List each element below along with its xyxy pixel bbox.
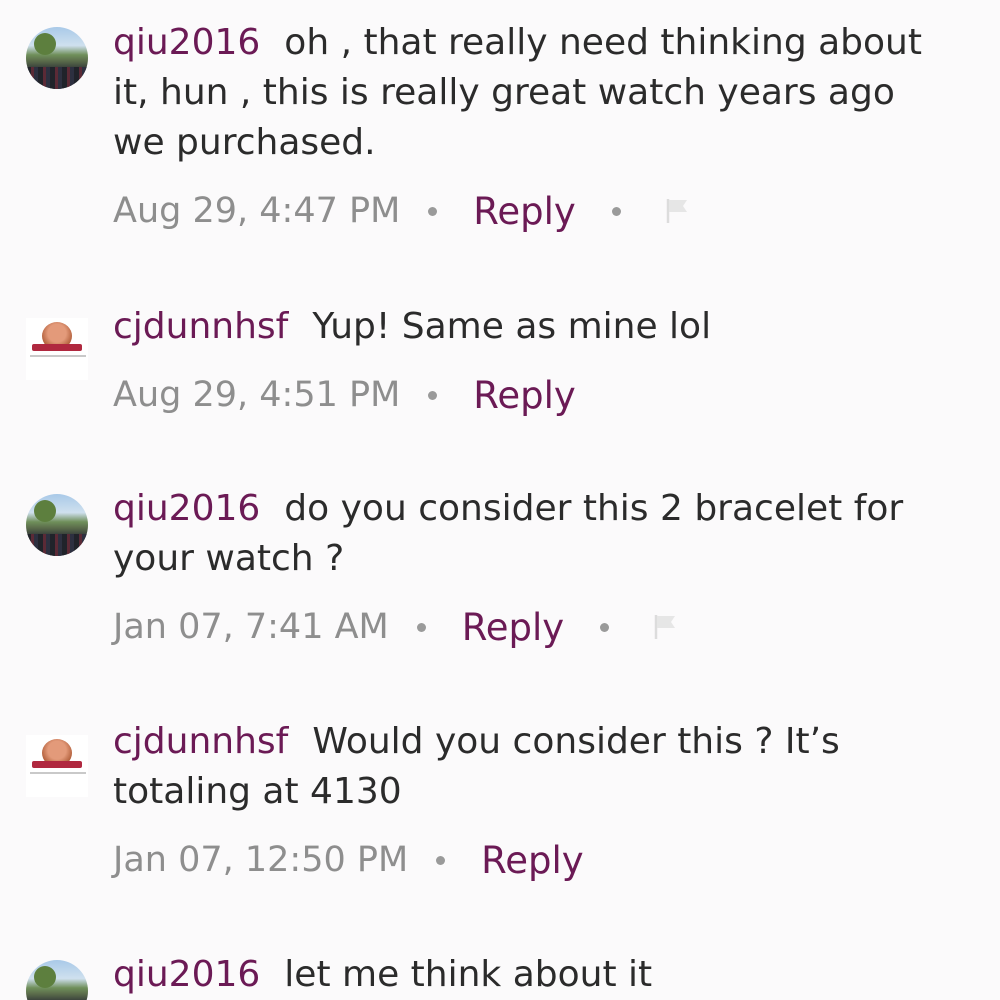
comment-text: cjdunnhsf Would you consider this ? It’s …	[113, 717, 933, 817]
reply-button[interactable]: Reply	[473, 374, 575, 417]
comment-username[interactable]: cjdunnhsf	[113, 721, 288, 762]
comment-text: qiu2016 do you consider this 2 bracelet f…	[113, 484, 933, 584]
avatar-tree	[34, 500, 56, 522]
reply-button[interactable]: Reply	[481, 839, 583, 882]
avatar-ribbon	[32, 761, 82, 768]
avatar-crowd	[26, 534, 88, 556]
comment-username[interactable]: cjdunnhsf	[113, 306, 288, 347]
comment-body: qiu2016 oh , that really need thinking ab…	[113, 18, 933, 236]
bullet-separator	[428, 206, 438, 216]
bullet-separator	[600, 622, 610, 632]
comment-meta: Aug 29, 4:51 PM Reply	[113, 370, 933, 420]
bullet-separator	[611, 206, 621, 216]
avatar[interactable]	[26, 494, 88, 556]
comment-timestamp: Aug 29, 4:47 PM	[113, 191, 401, 231]
avatar-ribbon	[32, 344, 82, 351]
comment-username[interactable]: qiu2016	[113, 22, 260, 63]
comment-body: cjdunnhsf Yup! Same as mine lol Aug 29, 4…	[113, 302, 933, 420]
comment-timestamp: Jan 07, 12:50 PM	[113, 840, 409, 880]
comment-text: qiu2016 oh , that really need thinking ab…	[113, 18, 933, 168]
avatar-crowd	[26, 67, 88, 89]
reply-button[interactable]: Reply	[473, 190, 575, 233]
reply-button[interactable]: Reply	[462, 606, 564, 649]
comment-body: qiu2016 do you consider this 2 bracelet f…	[113, 484, 933, 652]
comment-body: qiu2016 let me think about it	[113, 950, 933, 1000]
avatar[interactable]	[26, 960, 88, 1000]
bullet-separator	[436, 855, 446, 865]
avatar[interactable]	[26, 735, 88, 797]
comment-message: Yup! Same as mine lol	[312, 306, 712, 347]
comment-meta: Jan 07, 12:50 PM Reply	[113, 835, 933, 885]
comment-timestamp: Jan 07, 7:41 AM	[113, 607, 389, 647]
flag-icon[interactable]	[653, 613, 679, 641]
comment-username[interactable]: qiu2016	[113, 488, 260, 529]
bullet-separator	[416, 622, 426, 632]
comment-body: cjdunnhsf Would you consider this ? It’s …	[113, 717, 933, 885]
comment-username[interactable]: qiu2016	[113, 954, 260, 995]
avatar-tree	[34, 966, 56, 988]
comment-meta: Aug 29, 4:47 PM Reply	[113, 186, 933, 236]
bullet-separator	[428, 390, 438, 400]
comment-timestamp: Aug 29, 4:51 PM	[113, 375, 401, 415]
comment-text: cjdunnhsf Yup! Same as mine lol	[113, 302, 933, 352]
comment-text: qiu2016 let me think about it	[113, 950, 933, 1000]
comment-message: let me think about it	[284, 954, 653, 995]
comment-meta: Jan 07, 7:41 AM Reply	[113, 602, 933, 652]
avatar-tree	[34, 33, 56, 55]
avatar-tagline	[30, 772, 86, 774]
avatar[interactable]	[26, 27, 88, 89]
avatar-tagline	[30, 355, 86, 357]
flag-icon[interactable]	[665, 197, 691, 225]
avatar[interactable]	[26, 318, 88, 380]
